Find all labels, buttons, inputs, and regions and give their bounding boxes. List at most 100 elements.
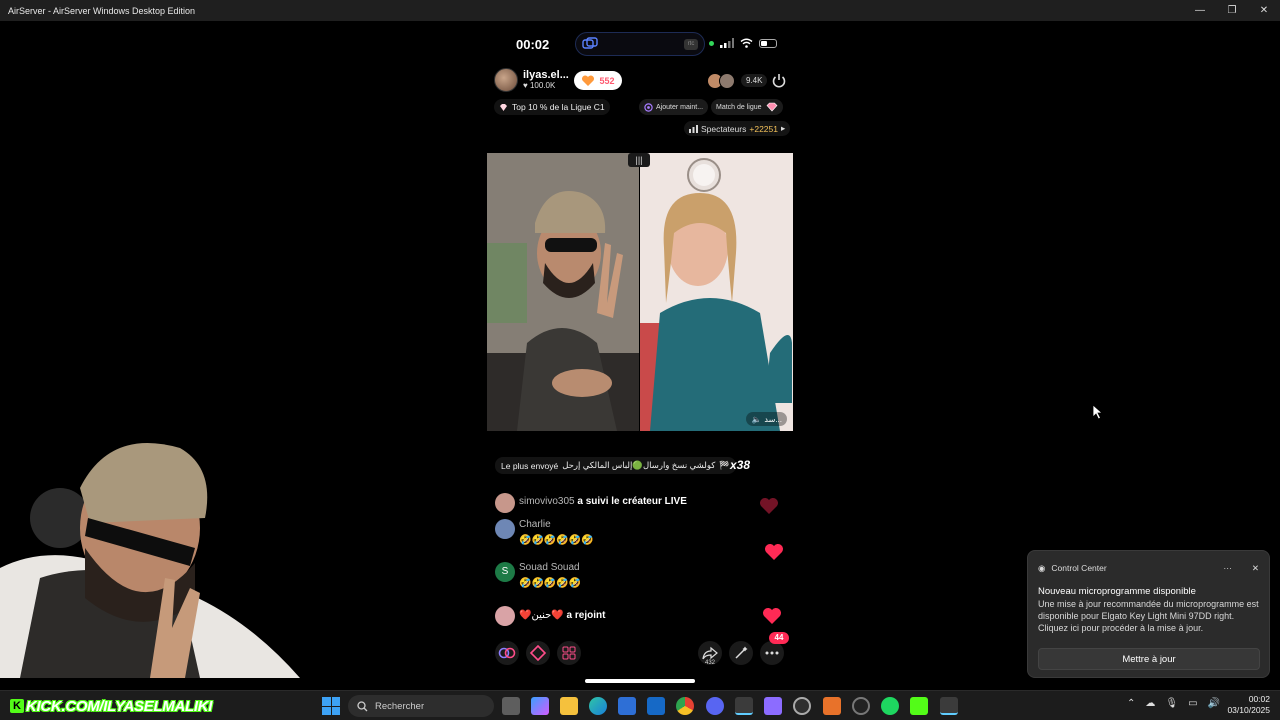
windows-start-icon[interactable]: [322, 697, 340, 715]
comment-avatar[interactable]: S: [495, 562, 515, 582]
comment-item[interactable]: simovivo305 a suivi le créateur LIVE: [495, 493, 687, 513]
gift-count-pill[interactable]: 552: [574, 71, 622, 90]
viewer-avatar: [719, 72, 735, 89]
file-explorer-icon[interactable]: [560, 697, 578, 715]
update-button[interactable]: Mettre à jour: [1038, 648, 1260, 670]
collab-button[interactable]: [495, 641, 519, 665]
cloud-icon[interactable]: ☁: [1145, 698, 1155, 709]
outlook-icon[interactable]: [647, 697, 665, 715]
add-chip[interactable]: Ajouter maint...: [639, 99, 709, 115]
match-chip-label: Match de ligue: [716, 103, 762, 111]
search-icon: [357, 700, 368, 711]
guest-mute-chip[interactable]: 🔈 سد...: [746, 412, 787, 426]
discord-icon[interactable]: [706, 697, 724, 715]
comment-avatar[interactable]: [495, 519, 515, 539]
spotify-icon[interactable]: [881, 697, 899, 715]
task-view-icon[interactable]: [502, 697, 520, 715]
app-a-icon[interactable]: [823, 697, 841, 715]
comment-item[interactable]: S Souad Souad 🤣🤣🤣🤣🤣: [495, 562, 581, 589]
spectators-count: +22251: [749, 123, 778, 134]
comment-author[interactable]: ❤️حنين❤️: [519, 610, 564, 621]
streamer-app-icon[interactable]: [940, 697, 958, 715]
comment-author[interactable]: Souad Souad: [519, 562, 581, 574]
comment-avatar[interactable]: [495, 606, 515, 626]
floating-heart-icon: [760, 498, 778, 514]
power-icon[interactable]: [770, 72, 788, 90]
screen-mirror-icon: [582, 37, 598, 49]
wifi-icon: [740, 38, 753, 48]
signal-icon: [720, 38, 734, 48]
comment-item[interactable]: ❤️حنين❤️ a rejoint: [495, 606, 605, 626]
link-circles-icon: [498, 647, 516, 659]
comment-author[interactable]: simovivo305: [519, 496, 575, 507]
comment-avatar[interactable]: [495, 493, 515, 513]
viewers-count: 9.4K: [741, 74, 768, 87]
most-sent-multiplier: x38: [730, 458, 751, 472]
maximize-button[interactable]: ❐: [1216, 0, 1248, 21]
battle-button[interactable]: [526, 641, 550, 665]
store-icon[interactable]: [618, 697, 636, 715]
grid-icon: [562, 646, 576, 660]
minimize-button[interactable]: —: [1184, 0, 1216, 21]
phone-time: 00:02: [516, 37, 550, 52]
league-text: Top 10 % de la Ligue C1: [512, 102, 605, 112]
host-likes-row: ♥ 100.0K: [523, 81, 569, 91]
notification-toast[interactable]: ◉ Control Center ··· ✕ Nouveau microprog…: [1027, 550, 1270, 678]
camera-indicator-icon: [709, 40, 714, 46]
comment-item[interactable]: Charlie 🤣🤣🤣🤣🤣🤣: [495, 519, 594, 546]
host-profile[interactable]: ilyas.el... ♥ 100.0K: [494, 67, 569, 93]
more-dots-icon: [765, 651, 779, 655]
spectators-chip[interactable]: Spectateurs +22251 ▸: [684, 121, 791, 136]
floating-heart-icon: [763, 608, 781, 624]
notification-more-button[interactable]: ···: [1223, 563, 1232, 573]
more-button[interactable]: [760, 641, 784, 665]
taskbar-clock[interactable]: 00:02 03/10/2025: [1227, 694, 1270, 716]
top-viewers[interactable]: 9.4K: [707, 71, 768, 90]
host-video[interactable]: [487, 153, 639, 431]
apps-button[interactable]: [557, 641, 581, 665]
add-chip-label: Ajouter maint...: [656, 103, 704, 111]
host-avatar[interactable]: [494, 68, 518, 92]
microphone-icon[interactable]: 🎙: [1165, 698, 1178, 709]
live-battle-video[interactable]: 🔈 سد...: [487, 153, 793, 431]
host-name: ilyas.el...: [523, 69, 569, 81]
tray-chevron-up-icon[interactable]: ⌃: [1127, 698, 1135, 709]
battery-icon: [759, 38, 777, 48]
obs-icon[interactable]: [852, 697, 870, 715]
settings-gear-icon[interactable]: [793, 697, 811, 715]
league-chip[interactable]: Top 10 % de la Ligue C1: [494, 99, 610, 115]
phone-status-bar: 00:02 rtc: [487, 30, 793, 58]
gem-icon: [500, 103, 507, 111]
system-tray: ⌃ ☁ 🎙 ▭ 🔊: [1127, 698, 1220, 709]
kick-app-icon[interactable]: [910, 697, 928, 715]
guest-name-label: سد...: [764, 414, 782, 424]
spectators-label: Spectateurs: [701, 123, 747, 134]
gamepad-icon[interactable]: [764, 697, 782, 715]
edge-icon[interactable]: [589, 697, 607, 715]
comment-text: 🤣🤣🤣🤣🤣: [519, 578, 582, 589]
close-button[interactable]: ✕: [1248, 0, 1280, 21]
control-center-icon: ◉: [1038, 562, 1046, 573]
notification-close-button[interactable]: ✕: [1252, 563, 1259, 574]
streamer-webcam-overlay: [0, 428, 300, 678]
battle-icon: [529, 645, 547, 661]
most-sent-label: Le plus envoyé: [501, 460, 559, 471]
webcam-frame: [0, 428, 300, 678]
match-chip[interactable]: Match de ligue: [711, 99, 783, 115]
heart-icon: ♥: [523, 81, 530, 90]
chrome-icon[interactable]: [676, 697, 694, 715]
airserver-icon[interactable]: [735, 697, 753, 715]
windows-taskbar: K KICK.COM/ILYASELMALIKI Rechercher ⌃ ☁ …: [0, 690, 1280, 720]
clock-time: 00:02: [1248, 694, 1270, 704]
volume-icon[interactable]: 🔊: [1208, 698, 1220, 709]
comment-author[interactable]: Charlie: [519, 519, 594, 531]
guest-video[interactable]: 🔈 سد...: [640, 153, 793, 431]
copilot-icon[interactable]: [531, 697, 549, 715]
taskbar-search[interactable]: Rechercher: [348, 695, 494, 717]
display-icon[interactable]: ▭: [1188, 698, 1197, 709]
home-indicator[interactable]: [585, 679, 695, 683]
flag-icon: 🏁: [719, 460, 730, 470]
gift-count: 552: [599, 75, 615, 86]
effects-button[interactable]: [729, 641, 753, 665]
share-button[interactable]: 432: [698, 641, 722, 666]
